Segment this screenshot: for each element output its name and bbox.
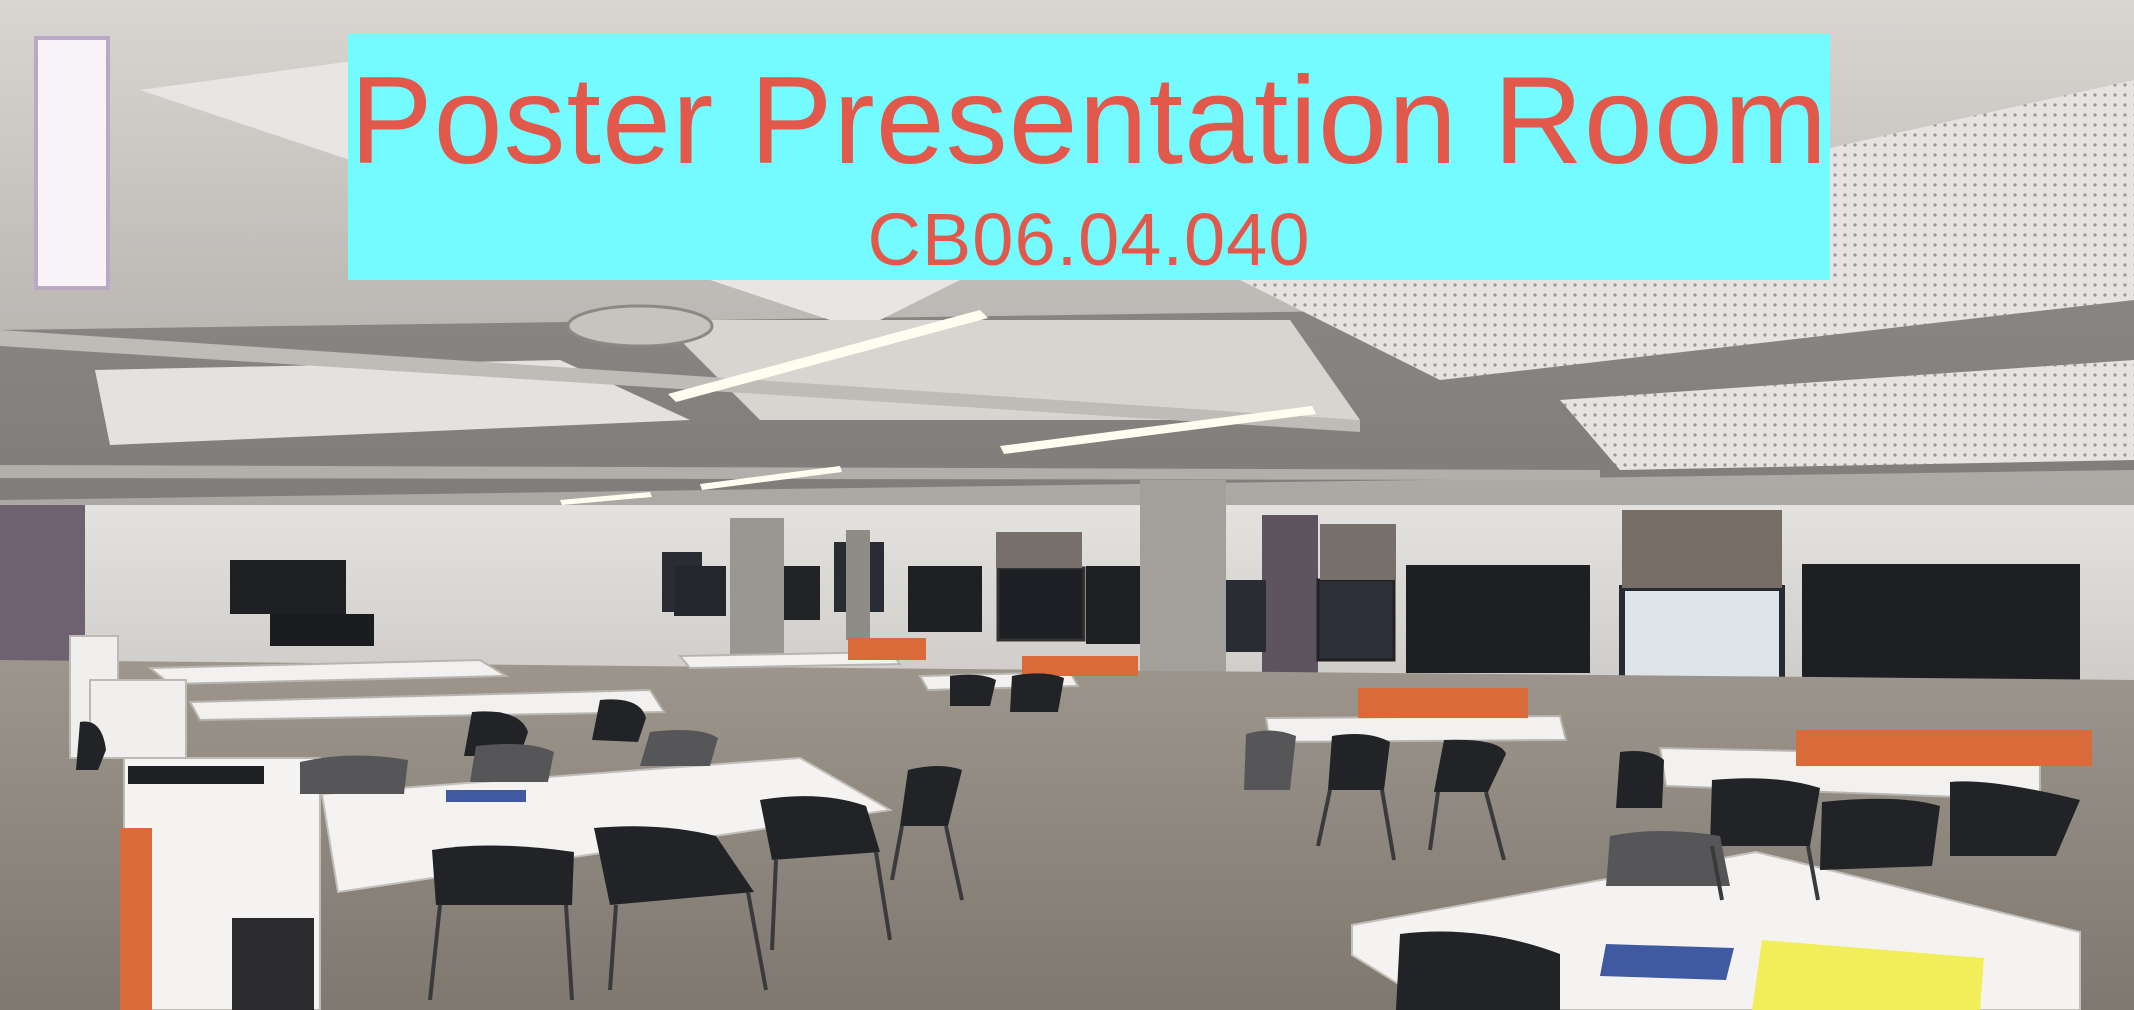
room-code: CB06.04.040 (867, 198, 1311, 281)
room-title-banner: Poster Presentation Room CB06.04.040 (348, 34, 1830, 280)
room-title: Poster Presentation Room (349, 52, 1829, 190)
